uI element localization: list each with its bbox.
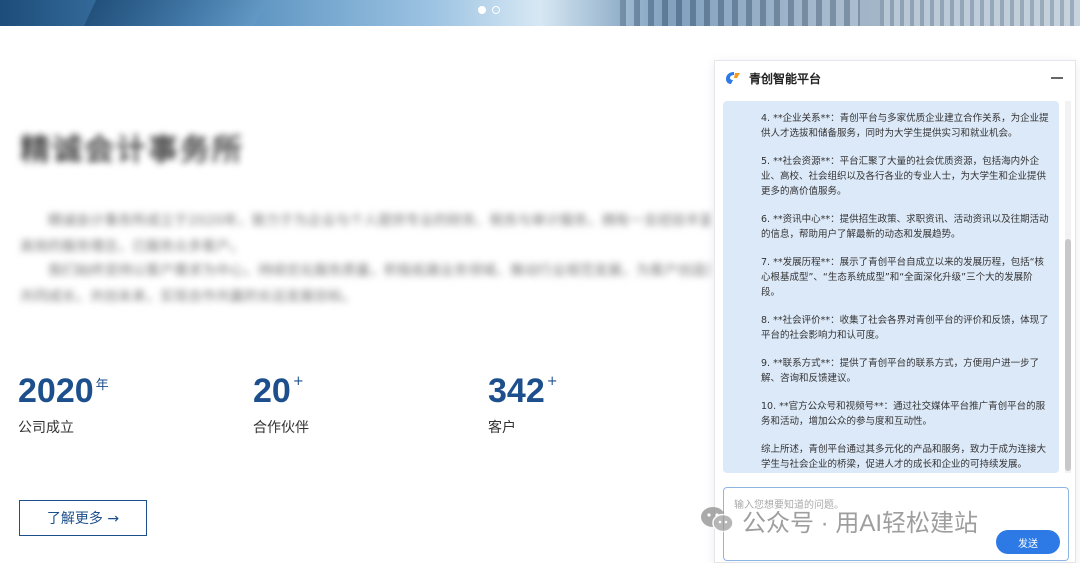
chat-title: 青创智能平台 bbox=[749, 71, 822, 86]
message-item: 10. **官方公众号和视频号**：通过社交媒体平台推广青创平台的服务和活动，增… bbox=[761, 401, 1046, 427]
carousel-dot-2[interactable] bbox=[492, 6, 500, 14]
stat-label: 客户 bbox=[488, 420, 516, 436]
stat-clients: 342 + 客户 bbox=[488, 372, 558, 437]
stat-suffix: + bbox=[292, 374, 304, 389]
hero-banner bbox=[0, 0, 1080, 26]
platform-logo-icon bbox=[726, 72, 740, 84]
page-title: 精诚会计事务所 bbox=[20, 133, 244, 168]
message-item: 6. **资讯中心**：提供招生政策、求职资讯、活动资讯以及往期活动的信息，帮助… bbox=[761, 214, 1049, 240]
stat-label: 合作伙伴 bbox=[253, 420, 309, 436]
minimize-icon[interactable] bbox=[1051, 77, 1063, 79]
assistant-message: 4. **企业关系**：青创平台与多家优质企业建立合作关系，为企业提供人才选拔和… bbox=[723, 101, 1059, 473]
stat-value: 20 bbox=[253, 372, 291, 410]
message-item: 4. **企业关系**：青创平台与多家优质企业建立合作关系，为企业提供人才选拔和… bbox=[761, 113, 1049, 139]
hero-building-shape bbox=[620, 0, 860, 26]
intro-line: 精诚会计事务所成立于2020年，致力于为企业与个人提供专业的财务、税务与审计服务… bbox=[48, 213, 710, 229]
message-item: 综上所述，青创平台通过其多元化的产品和服务，致力于成为连接大学生与社会企业的桥梁… bbox=[761, 444, 1047, 470]
stat-value: 2020 bbox=[18, 372, 94, 410]
intro-paragraph-1: 精诚会计事务所成立于2020年，致力于为企业与个人提供专业的财务、税务与审计服务… bbox=[20, 208, 710, 260]
carousel-dots bbox=[478, 6, 500, 14]
message-item: 9. **联系方式**：提供了青创平台的联系方式，方便用户进一步了解、咨询和反馈… bbox=[761, 358, 1040, 384]
hero-image-shape bbox=[83, 0, 267, 26]
intro-line: 我们始终坚持以客户需求为中心，持续优化服务质量，积极拓展业务领域，推动行业规范发… bbox=[48, 263, 710, 279]
message-item: 7. **发展历程**：展示了青创平台自成立以来的发展历程，包括“核心根基成型”… bbox=[761, 257, 1045, 298]
chat-messages[interactable]: 4. **企业关系**：青创平台与多家优质企业建立合作关系，为企业提供人才选拔和… bbox=[723, 101, 1059, 473]
stat-label: 公司成立 bbox=[18, 420, 74, 436]
stat-value: 342 bbox=[488, 372, 545, 410]
chat-widget: 青创智能平台 4. **企业关系**：青创平台与多家优质企业建立合作关系，为企业… bbox=[714, 60, 1076, 563]
stat-founded: 2020 年 公司成立 bbox=[18, 372, 109, 437]
stat-partners: 20 + 合作伙伴 bbox=[253, 372, 309, 437]
intro-line: 共同成长，共创未来，实现合作共赢的长远发展目标。 bbox=[20, 289, 356, 305]
stat-suffix: + bbox=[546, 374, 558, 389]
intro-line: 高效的服务理念，已服务众多客户。 bbox=[20, 239, 244, 255]
learn-more-button[interactable]: 了解更多 → bbox=[19, 500, 147, 536]
message-item: 5. **社会资源**：平台汇聚了大量的社会优质资源，包括海内外企业、高校、社会… bbox=[761, 156, 1047, 197]
hero-building-shape-2 bbox=[880, 0, 1080, 26]
watermark: 公众号 · 用AI轻松建站 bbox=[700, 500, 978, 540]
stat-suffix: 年 bbox=[95, 378, 109, 393]
carousel-dot-1[interactable] bbox=[478, 6, 486, 14]
watermark-text: 公众号 · 用AI轻松建站 bbox=[742, 509, 979, 537]
wechat-icon bbox=[701, 507, 734, 533]
message-item: 8. **社会评价**：收集了社会各界对青创平台的评价和反馈，体现了平台的社会影… bbox=[761, 315, 1049, 341]
intro-paragraph-2: 我们始终坚持以客户需求为中心，持续优化服务质量，积极拓展业务领域，推动行业规范发… bbox=[20, 258, 710, 310]
chat-header: 青创智能平台 bbox=[715, 61, 1075, 95]
send-button[interactable]: 发送 bbox=[996, 530, 1060, 554]
chat-scrollbar-thumb[interactable] bbox=[1065, 239, 1071, 471]
